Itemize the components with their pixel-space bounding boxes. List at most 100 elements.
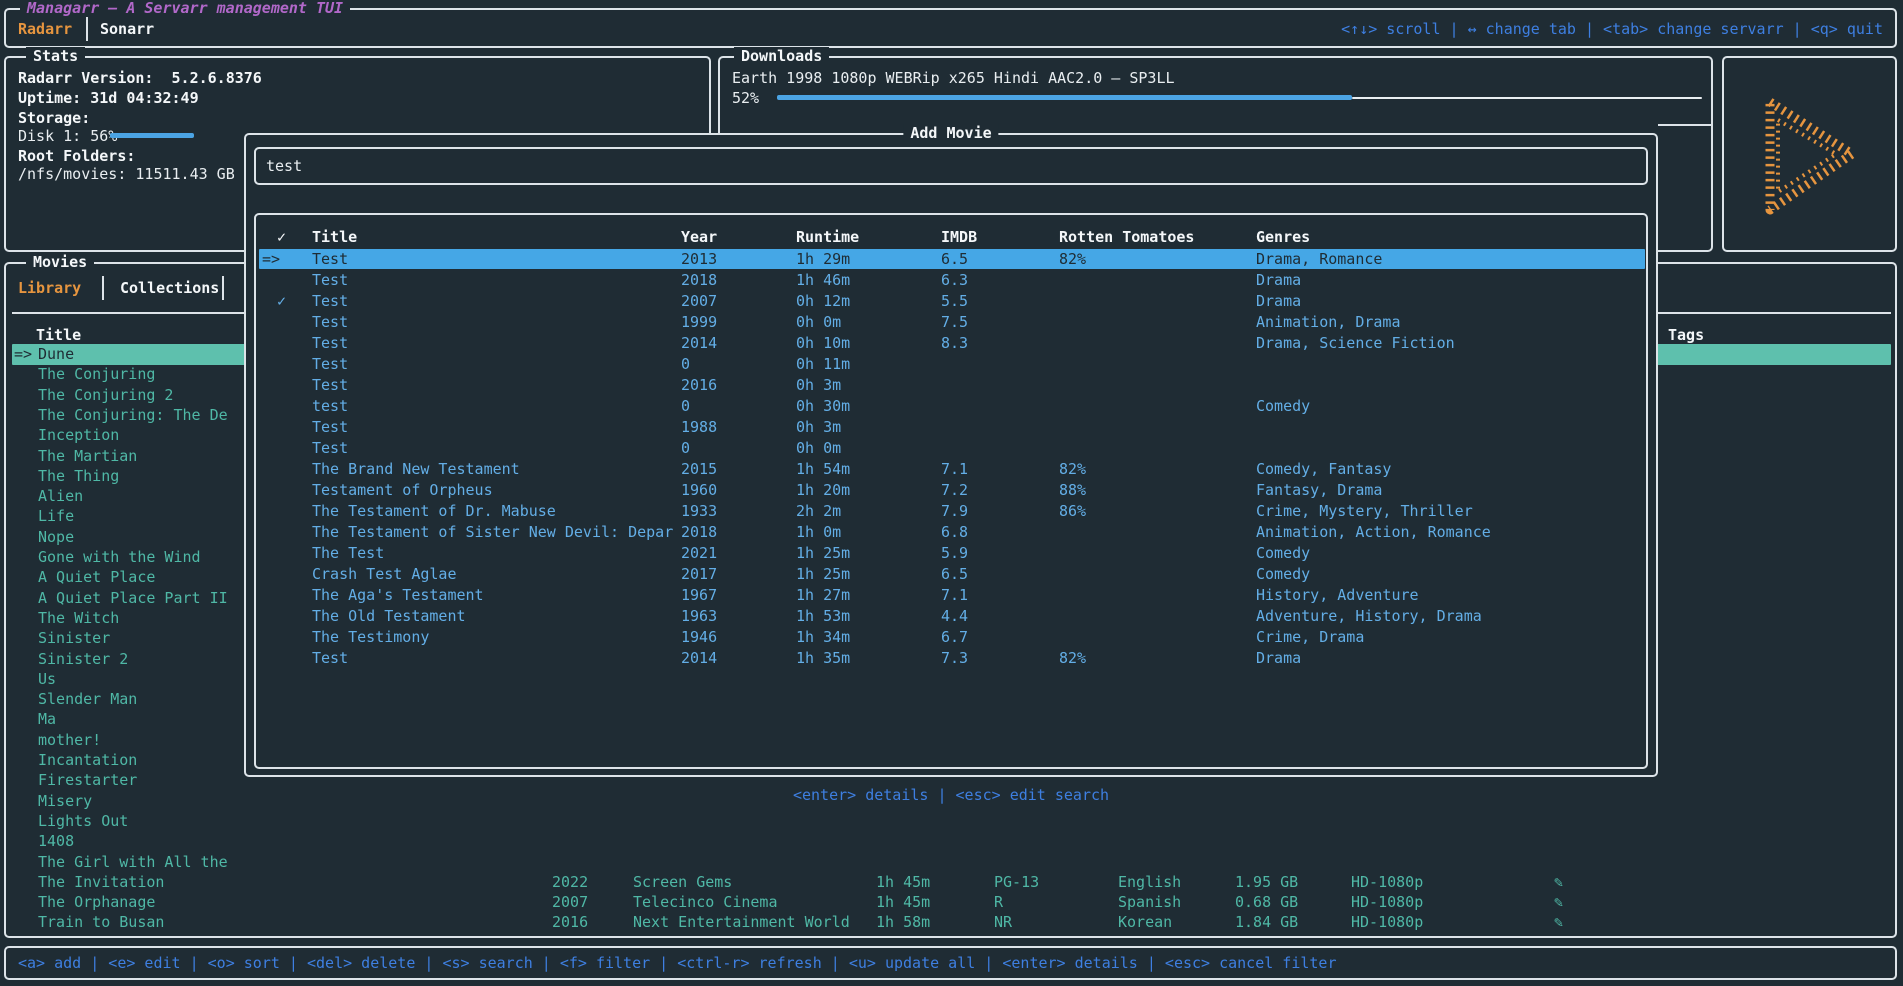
result-imdb-cell: 6.3	[941, 270, 968, 290]
result-runtime-cell: 1h 25m	[796, 543, 850, 563]
result-runtime-cell: 0h 11m	[796, 354, 850, 374]
result-runtime-cell: 1h 54m	[796, 459, 850, 479]
result-imdb-cell: 8.3	[941, 333, 968, 353]
result-runtime-cell: 1h 25m	[796, 564, 850, 584]
movie-list-item[interactable]: The Conjuring 2	[38, 385, 173, 405]
result-imdb-cell: 6.8	[941, 522, 968, 542]
result-title-cell: Test	[312, 333, 348, 353]
result-rotten-tomatoes-cell: 86%	[1059, 501, 1086, 521]
movie-quality-cell: HD-1080p	[1351, 892, 1423, 912]
result-year-cell: 1963	[681, 606, 717, 626]
result-year-cell: 2017	[681, 564, 717, 584]
results-column-header: Runtime	[796, 227, 859, 247]
movie-list-item[interactable]: Inception	[38, 425, 119, 445]
search-input[interactable]: test	[254, 147, 1648, 185]
result-genres-cell: Drama	[1256, 291, 1301, 311]
movie-list-item[interactable]: Incantation	[38, 750, 137, 770]
search-input-value: test	[266, 156, 302, 176]
movie-list-item[interactable]: Firestarter	[38, 770, 137, 790]
result-year-cell: 2018	[681, 522, 717, 542]
result-runtime-cell: 0h 30m	[796, 396, 850, 416]
movie-year-cell: 2007	[552, 892, 588, 912]
result-imdb-cell: 6.7	[941, 627, 968, 647]
result-imdb-cell: 5.9	[941, 543, 968, 563]
result-genres-cell: Drama	[1256, 270, 1301, 290]
movie-language-cell: English	[1118, 872, 1181, 892]
movie-list-item[interactable]: The Conjuring	[38, 364, 155, 384]
result-year-cell: 2018	[681, 270, 717, 290]
result-runtime-cell: 0h 10m	[796, 333, 850, 353]
movie-studio-cell: Screen Gems	[633, 872, 732, 892]
tab-library[interactable]: Library	[18, 278, 81, 298]
movie-certification-cell: PG-13	[994, 872, 1039, 892]
movie-list-item[interactable]: Life	[38, 506, 74, 526]
result-year-cell: 2014	[681, 648, 717, 668]
result-imdb-cell: 5.5	[941, 291, 968, 311]
tab-collections[interactable]: Collections	[120, 278, 219, 298]
movie-list-item[interactable]: Lights Out	[38, 811, 128, 831]
movie-runtime-cell: 1h 45m	[876, 872, 930, 892]
movie-list-item[interactable]: Sinister 2	[38, 649, 128, 669]
result-title-cell: Test	[312, 417, 348, 437]
result-runtime-cell: 1h 0m	[796, 522, 841, 542]
tab-radarr[interactable]: Radarr	[18, 19, 72, 39]
add-movie-modal: Add Movie test ✓TitleYearRuntimeIMDBRott…	[244, 133, 1658, 865]
movie-certification-cell: NR	[994, 912, 1012, 932]
results-column-header: Title	[312, 227, 357, 247]
result-title-cell: The Test	[312, 543, 384, 563]
column-header-title: Title	[36, 325, 81, 345]
movie-size-cell: 1.95 GB	[1235, 872, 1298, 892]
movie-list-item[interactable]: Gone with the Wind	[38, 547, 201, 567]
modal-keybind-hints: <enter> details | <esc> edit search	[244, 785, 1658, 805]
movie-list-item[interactable]: The Conjuring: The De	[38, 405, 228, 425]
result-title-cell: The Aga's Testament	[312, 585, 484, 605]
movie-list-item[interactable]: Misery	[38, 791, 92, 811]
movie-studio-cell: Next Entertainment World	[633, 912, 850, 932]
monitored-icon: ✎	[1554, 872, 1563, 892]
selection-arrow: =>	[262, 249, 280, 269]
result-rotten-tomatoes-cell: 82%	[1059, 459, 1086, 479]
result-runtime-cell: 0h 12m	[796, 291, 850, 311]
result-genres-cell: Comedy	[1256, 543, 1310, 563]
tab-separator	[102, 276, 104, 300]
movie-list-item[interactable]: The Thing	[38, 466, 119, 486]
movie-list-item[interactable]: The Invitation	[38, 872, 164, 892]
result-title-cell: Crash Test Aglae	[312, 564, 457, 584]
result-rotten-tomatoes-cell: 82%	[1059, 648, 1086, 668]
movie-certification-cell: R	[994, 892, 1003, 912]
movie-list-item[interactable]: Ma	[38, 709, 56, 729]
result-year-cell: 0	[681, 396, 690, 416]
movie-list-item[interactable]: Train to Busan	[38, 912, 164, 932]
add-movie-title: Add Movie	[903, 124, 998, 142]
result-year-cell: 2021	[681, 543, 717, 563]
movie-size-cell: 0.68 GB	[1235, 892, 1298, 912]
result-runtime-cell: 1h 27m	[796, 585, 850, 605]
movie-list-item[interactable]: Sinister	[38, 628, 110, 648]
result-title-cell: Test	[312, 354, 348, 374]
movie-list-item[interactable]: Us	[38, 669, 56, 689]
results-column-header: Year	[681, 227, 717, 247]
result-runtime-cell: 0h 0m	[796, 438, 841, 458]
movie-list-item[interactable]: The Witch	[38, 608, 119, 628]
movie-list-item[interactable]: A Quiet Place Part II	[38, 588, 228, 608]
movie-quality-cell: HD-1080p	[1351, 872, 1423, 892]
movie-list-item[interactable]: Nope	[38, 527, 74, 547]
movie-list-item[interactable]: A Quiet Place	[38, 567, 155, 587]
movie-list-item[interactable]: Slender Man	[38, 689, 137, 709]
download-progress-filled	[777, 95, 1352, 100]
movie-list-item[interactable]: The Orphanage	[38, 892, 155, 912]
movie-list-item[interactable]: mother!	[38, 730, 101, 750]
result-genres-cell: Fantasy, Drama	[1256, 480, 1382, 500]
line-fragment	[1658, 124, 1711, 126]
result-runtime-cell: 1h 53m	[796, 606, 850, 626]
movie-list-item[interactable]: The Girl with All the	[38, 852, 228, 872]
result-imdb-cell: 4.4	[941, 606, 968, 626]
result-runtime-cell: 0h 3m	[796, 375, 841, 395]
result-title-cell: Test	[312, 375, 348, 395]
movie-list-item[interactable]: Alien	[38, 486, 83, 506]
movie-list-item[interactable]: 1408	[38, 831, 74, 851]
tab-sonarr[interactable]: Sonarr	[100, 19, 154, 39]
result-imdb-cell: 7.1	[941, 585, 968, 605]
result-genres-cell: Comedy, Fantasy	[1256, 459, 1391, 479]
movie-list-item[interactable]: The Martian	[38, 446, 137, 466]
